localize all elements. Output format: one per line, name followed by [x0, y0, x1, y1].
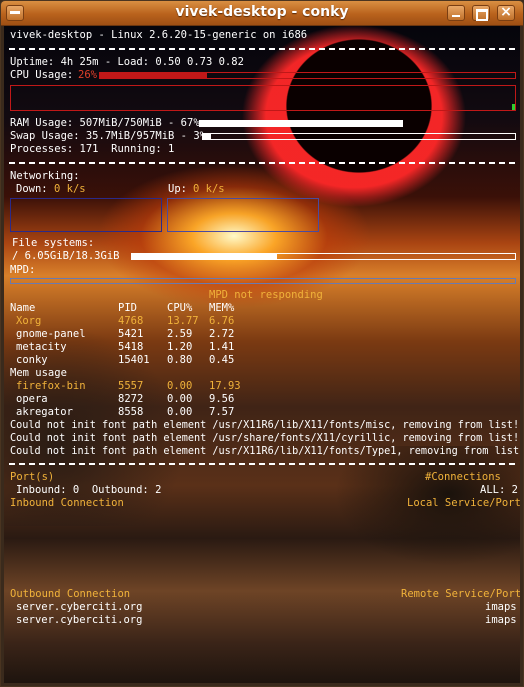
process-pid: 5557 — [118, 380, 144, 392]
remote-host: server.cyberciti.org — [16, 614, 143, 626]
close-icon: × — [500, 4, 512, 20]
process-cpu: 0.80 — [167, 354, 193, 366]
mpd-heading: MPD: — [10, 264, 36, 276]
all-connections: ALL: 2 — [480, 484, 518, 496]
connections-label: #Connections — [425, 471, 501, 483]
col-name-header: Name — [10, 302, 36, 314]
process-mem: 1.41 — [209, 341, 235, 353]
down-value: 0 k/s — [54, 183, 86, 195]
process-pid: 15401 — [118, 354, 150, 366]
host-line: vivek-desktop - Linux 2.6.20-15-generic … — [10, 29, 308, 41]
cpu-label: CPU Usage: — [10, 69, 74, 81]
cpu-value: 26% — [78, 69, 97, 81]
swap-bar-fill — [202, 133, 211, 140]
process-mem: 9.56 — [209, 393, 235, 405]
remote-service: imaps — [485, 614, 517, 626]
minimize-button[interactable] — [447, 5, 465, 21]
process-name: Xorg — [16, 315, 42, 327]
conky-window: vivek-desktop - conky × vivek-desktop - … — [0, 0, 524, 687]
swap-bar-frame — [202, 133, 516, 140]
process-name: conky — [16, 354, 48, 366]
col-cpu-header: CPU% — [167, 302, 193, 314]
process-cpu: 2.59 — [167, 328, 193, 340]
upload-graph — [167, 198, 319, 232]
process-mem: 17.93 — [209, 380, 241, 392]
conky-content: vivek-desktop - Linux 2.6.20-15-generic … — [4, 26, 520, 683]
divider — [9, 48, 515, 50]
minimize-icon — [452, 15, 460, 17]
processes-line: Processes: 171 Running: 1 — [10, 143, 175, 155]
mem-usage-heading: Mem usage — [10, 367, 67, 379]
process-pid: 4768 — [118, 315, 144, 327]
filesystems-heading: File systems: — [12, 237, 95, 249]
local-service-heading: Local Service/Port — [407, 497, 520, 509]
process-pid: 8272 — [118, 393, 144, 405]
process-cpu: 0.00 — [167, 380, 193, 392]
process-mem: 0.45 — [209, 354, 235, 366]
maximize-icon — [476, 9, 488, 21]
up-label: Up: — [168, 183, 187, 195]
col-pid-header: PID — [118, 302, 137, 314]
network-heading: Networking: — [10, 170, 80, 182]
process-mem: 2.72 — [209, 328, 235, 340]
remote-service-heading: Remote Service/Port — [401, 588, 520, 600]
inbound-connection-heading: Inbound Connection — [10, 497, 124, 509]
ram-line: RAM Usage: 507MiB/750MiB - 67% — [10, 117, 200, 129]
root-fs-bar-fill — [131, 253, 277, 260]
process-name: opera — [16, 393, 48, 405]
process-pid: 8558 — [118, 406, 144, 418]
up-value: 0 k/s — [193, 183, 225, 195]
divider — [9, 162, 515, 164]
process-cpu: 1.20 — [167, 341, 193, 353]
titlebar[interactable]: vivek-desktop - conky × — [1, 1, 523, 26]
inbound-outbound-line: Inbound: 0 Outbound: 2 — [16, 484, 162, 496]
down-label: Down: — [16, 183, 48, 195]
uptime-line: Uptime: 4h 25m - Load: 0.50 0.73 0.82 — [10, 56, 244, 68]
process-name: gnome-panel — [16, 328, 86, 340]
cpu-graph — [10, 85, 516, 111]
col-mem-header: MEM% — [209, 302, 235, 314]
process-cpu: 0.00 — [167, 393, 193, 405]
process-cpu: 13.77 — [167, 315, 199, 327]
process-mem: 7.57 — [209, 406, 235, 418]
process-name: metacity — [16, 341, 67, 353]
process-cpu: 0.00 — [167, 406, 193, 418]
download-graph — [10, 198, 162, 232]
close-button[interactable]: × — [497, 4, 515, 21]
error-line: Could not init font path element /usr/X1… — [10, 446, 520, 457]
cpu-graph-spike — [512, 104, 515, 110]
remote-service: imaps — [485, 601, 517, 613]
remote-host: server.cyberciti.org — [16, 601, 143, 613]
root-fs-line: / 6.05GiB/18.3GiB — [12, 250, 120, 262]
mpd-status: MPD not responding — [209, 289, 323, 301]
outbound-connection-heading: Outbound Connection — [10, 588, 131, 600]
process-mem: 6.76 — [209, 315, 235, 327]
mpd-progress-bar — [10, 278, 516, 284]
process-pid: 5418 — [118, 341, 144, 353]
process-pid: 5421 — [118, 328, 144, 340]
cpu-bar-fill — [99, 72, 207, 79]
swap-line: Swap Usage: 35.7MiB/957MiB - 3% — [10, 130, 206, 142]
ram-bar — [199, 120, 403, 127]
window-title: vivek-desktop - conky — [175, 4, 349, 20]
error-line: Could not init font path element /usr/sh… — [10, 433, 520, 444]
error-line: Could not init font path element /usr/X1… — [10, 420, 520, 431]
process-name: firefox-bin — [16, 380, 86, 392]
ports-heading: Port(s) — [10, 471, 55, 483]
maximize-button[interactable] — [472, 5, 490, 21]
process-name: akregator — [16, 406, 73, 418]
divider — [9, 463, 515, 465]
